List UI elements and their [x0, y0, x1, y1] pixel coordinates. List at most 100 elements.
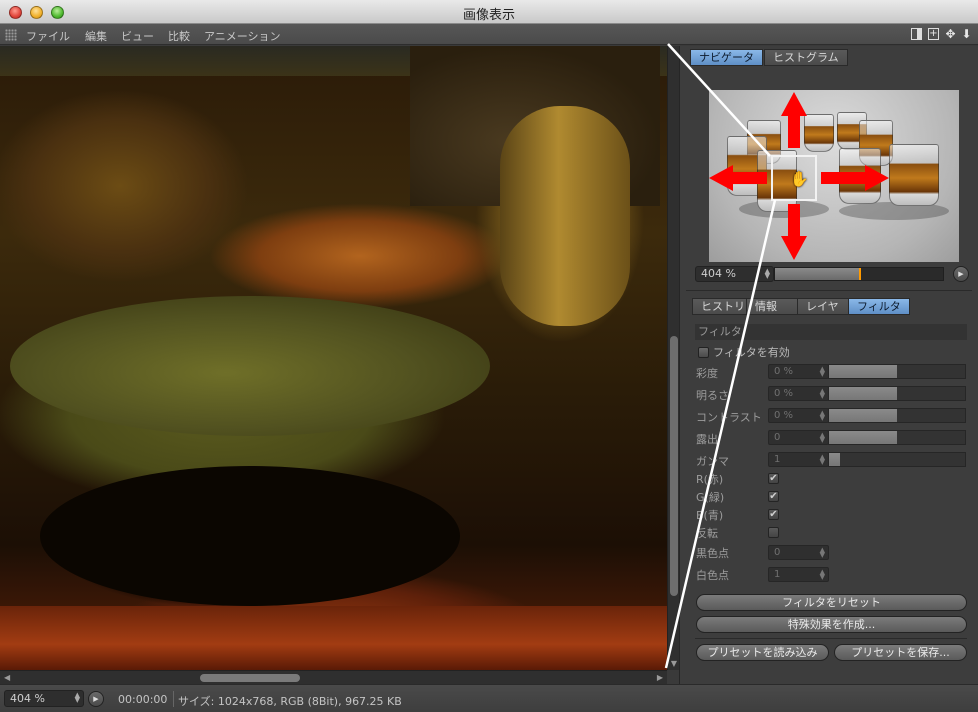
contrast-label: コントラスト — [696, 411, 762, 424]
brightness-stepper-icon[interactable]: ▲ ▼ — [820, 388, 825, 400]
menu-file[interactable]: ファイル — [26, 28, 70, 44]
exposure-value: 0 — [774, 432, 781, 443]
scroll-left-arrow-icon[interactable]: ◀ — [4, 673, 10, 682]
menu-compare[interactable]: 比較 — [168, 28, 190, 44]
glass-bottom-shadow — [40, 466, 460, 606]
black-point-stepper-icon[interactable]: ▲ ▼ — [820, 547, 825, 559]
enable-filter-row[interactable]: フィルタを有効 — [698, 344, 790, 360]
vertical-scrollbar[interactable]: ▼ — [667, 46, 679, 670]
black-point-field[interactable]: 0 ▲ ▼ — [768, 545, 829, 560]
title-bar: 画像表示 — [0, 0, 978, 24]
black-point-value: 0 — [774, 547, 781, 558]
scroll-right-arrow-icon[interactable]: ▶ — [657, 673, 663, 682]
exposure-stepper-icon[interactable]: ▲ ▼ — [820, 432, 825, 444]
tab-histogram[interactable]: ヒストグラム — [764, 49, 848, 66]
menu-view[interactable]: ビュー — [121, 28, 154, 44]
button-divider — [695, 638, 967, 639]
load-preset-button[interactable]: プリセットを読み込み — [696, 644, 829, 661]
contrast-slider-fill — [829, 409, 897, 422]
save-preset-button[interactable]: プリセットを保存... — [834, 644, 967, 661]
saturation-slider[interactable] — [828, 364, 966, 379]
move-icon[interactable]: ✥ — [944, 27, 957, 41]
channel-g-checkbox[interactable]: ✔ — [768, 491, 779, 502]
layout-panel-icon[interactable] — [911, 28, 922, 40]
gamma-value: 1 — [774, 454, 781, 465]
invert-checkbox[interactable] — [768, 527, 779, 538]
exposure-slider[interactable] — [828, 430, 966, 445]
pan-arrows-icon — [709, 92, 889, 260]
brightness-label: 明るさ — [696, 389, 729, 402]
gamma-label: ガンマ — [696, 455, 729, 468]
navigator-zoom-field[interactable]: 404 % ▲ ▼ — [695, 266, 774, 282]
white-point-field[interactable]: 1 ▲ ▼ — [768, 567, 829, 582]
menu-animation[interactable]: アニメーション — [204, 28, 281, 44]
tab-layer[interactable]: レイヤ — [797, 298, 849, 315]
reflection-floor — [0, 606, 667, 670]
navigator-zoom-value: 404 % — [701, 267, 736, 280]
navigator-preview[interactable]: ✋ — [709, 90, 959, 262]
brightness-field[interactable]: 0 % ▲ ▼ — [768, 386, 829, 401]
new-panel-icon[interactable]: + — [928, 28, 939, 40]
zoom-stepper-icon[interactable]: ▲ ▼ — [75, 692, 80, 704]
invert-label: 反転 — [696, 527, 718, 540]
white-point-value: 1 — [774, 569, 781, 580]
enable-filter-checkbox[interactable] — [698, 347, 709, 358]
white-point-label: 白色点 — [696, 569, 729, 582]
play-button[interactable]: ▶ — [88, 691, 104, 707]
gamma-slider[interactable] — [828, 452, 966, 467]
gamma-field[interactable]: 1 ▲ ▼ — [768, 452, 829, 467]
navigator-zoom-stepper-icon[interactable]: ▲ ▼ — [765, 268, 770, 280]
contrast-slider[interactable] — [828, 408, 966, 423]
vertical-scroll-thumb[interactable] — [670, 336, 678, 596]
contrast-stepper-icon[interactable]: ▲ ▼ — [820, 410, 825, 422]
navigator-slider-handle[interactable] — [859, 268, 861, 280]
pin-icon[interactable]: ⬇ — [960, 27, 973, 41]
saturation-stepper-icon[interactable]: ▲ ▼ — [820, 366, 825, 378]
black-point-label: 黒色点 — [696, 547, 729, 560]
tab-filter[interactable]: フィルタ — [848, 298, 910, 315]
image-viewport[interactable] — [0, 46, 667, 670]
brightness-value: 0 % — [774, 388, 794, 399]
zoom-value: 404 % — [10, 692, 45, 705]
white-point-stepper-icon[interactable]: ▲ ▼ — [820, 569, 825, 581]
saturation-field[interactable]: 0 % ▲ ▼ — [768, 364, 829, 379]
timecode: 00:00:00 — [118, 693, 168, 706]
tab-navigator[interactable]: ナビゲータ — [690, 49, 763, 66]
filter-section-title: フィルタ — [695, 324, 967, 340]
menu-edit[interactable]: 編集 — [85, 28, 107, 44]
drag-grip-icon[interactable] — [5, 29, 17, 41]
exposure-field[interactable]: 0 ▲ ▼ — [768, 430, 829, 445]
exposure-slider-fill — [829, 431, 897, 444]
horizontal-scrollbar[interactable]: ◀ ▶ — [0, 670, 667, 684]
navigator-slider-fill — [775, 268, 859, 280]
channel-b-checkbox[interactable]: ✔ — [768, 509, 779, 520]
reset-filter-button[interactable]: フィルタをリセット — [696, 594, 967, 611]
channel-b-label: B(青) — [696, 509, 724, 522]
enable-filter-label: フィルタを有効 — [713, 346, 790, 359]
gamma-slider-fill — [829, 453, 840, 466]
saturation-slider-fill — [829, 365, 897, 378]
gamma-stepper-icon[interactable]: ▲ ▼ — [820, 454, 825, 466]
zoom-field[interactable]: 404 % ▲ ▼ — [4, 690, 84, 707]
tab-history[interactable]: ヒストリ — [692, 298, 754, 315]
navigator-play-button[interactable]: ▶ — [953, 266, 969, 282]
contrast-field[interactable]: 0 % ▲ ▼ — [768, 408, 829, 423]
hand-cursor-icon: ✋ — [790, 170, 809, 188]
create-effect-button[interactable]: 特殊効果を作成... — [696, 616, 967, 633]
channel-r-checkbox[interactable]: ✔ — [768, 473, 779, 484]
channel-r-label: R(赤) — [696, 473, 724, 486]
brightness-slider[interactable] — [828, 386, 966, 401]
scroll-down-arrow-icon[interactable]: ▼ — [670, 660, 678, 668]
contrast-value: 0 % — [774, 410, 794, 421]
menu-bar: ファイル 編集 ビュー 比較 アニメーション + ✥ ⬇ — [0, 24, 978, 45]
image-info: サイズ: 1024x768, RGB (8Bit), 967.25 KB — [178, 695, 402, 708]
panel-divider — [686, 290, 972, 291]
status-bar: 404 % ▲ ▼ ▶ 00:00:00 サイズ: 1024x768, RGB (… — [0, 684, 978, 712]
channel-g-label: G(緑) — [696, 491, 725, 504]
horizontal-scroll-thumb[interactable] — [200, 674, 300, 682]
tab-info[interactable]: 情報 — [746, 298, 798, 315]
navigator-zoom-slider[interactable] — [774, 267, 944, 281]
saturation-label: 彩度 — [696, 367, 718, 380]
side-panel: ナビゲータ ヒストグラム ✋ 404 % ▲ ▼ ▶ ヒストリ 情報 レイヤ フィ… — [679, 46, 978, 684]
window-title: 画像表示 — [462, 8, 515, 23]
